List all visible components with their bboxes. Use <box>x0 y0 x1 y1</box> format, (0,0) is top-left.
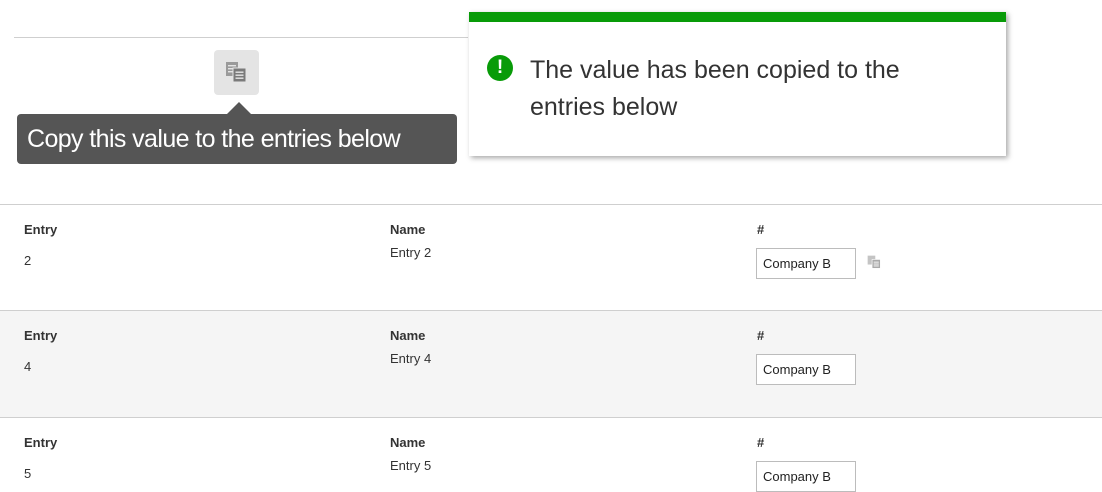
name-header: Name <box>390 435 426 450</box>
copy-to-entries-button[interactable] <box>214 50 259 95</box>
notification-message: The value has been copied to the entries… <box>530 56 900 121</box>
top-divider <box>14 37 468 38</box>
name-value: Entry 2 <box>390 245 432 260</box>
exclamation-circle-icon: ! <box>487 55 513 81</box>
company-input[interactable] <box>756 461 856 492</box>
name-value: Entry 4 <box>390 351 432 366</box>
table-row: Entry Name # 2 Entry 2 <box>0 205 1102 311</box>
entry-header: Entry <box>24 435 58 450</box>
number-header: # <box>757 222 765 237</box>
copied-notification: ! The value has been copied to the entri… <box>469 12 1006 156</box>
number-header: # <box>757 328 765 343</box>
name-value: Entry 5 <box>390 458 432 473</box>
tooltip-arrow <box>227 102 251 114</box>
entry-value: 2 <box>24 253 32 268</box>
notification-accent-bar <box>469 12 1006 22</box>
company-input[interactable] <box>756 354 856 385</box>
copy-values-icon <box>226 62 247 83</box>
name-header: Name <box>390 222 426 237</box>
entry-value: 4 <box>24 359 32 374</box>
entry-header: Entry <box>24 328 58 343</box>
entry-header: Entry <box>24 222 58 237</box>
table-row: Entry Name # 4 Entry 4 <box>0 311 1102 418</box>
name-header: Name <box>390 328 426 343</box>
copy-values-icon[interactable] <box>867 255 881 274</box>
number-header: # <box>757 435 765 450</box>
tooltip-text: Copy this value to the entries below <box>27 125 401 153</box>
table-row: Entry Name # 5 Entry 5 <box>0 418 1102 492</box>
company-input[interactable] <box>756 248 856 279</box>
entry-value: 5 <box>24 466 32 481</box>
copy-tooltip: Copy this value to the entries below <box>17 114 457 164</box>
